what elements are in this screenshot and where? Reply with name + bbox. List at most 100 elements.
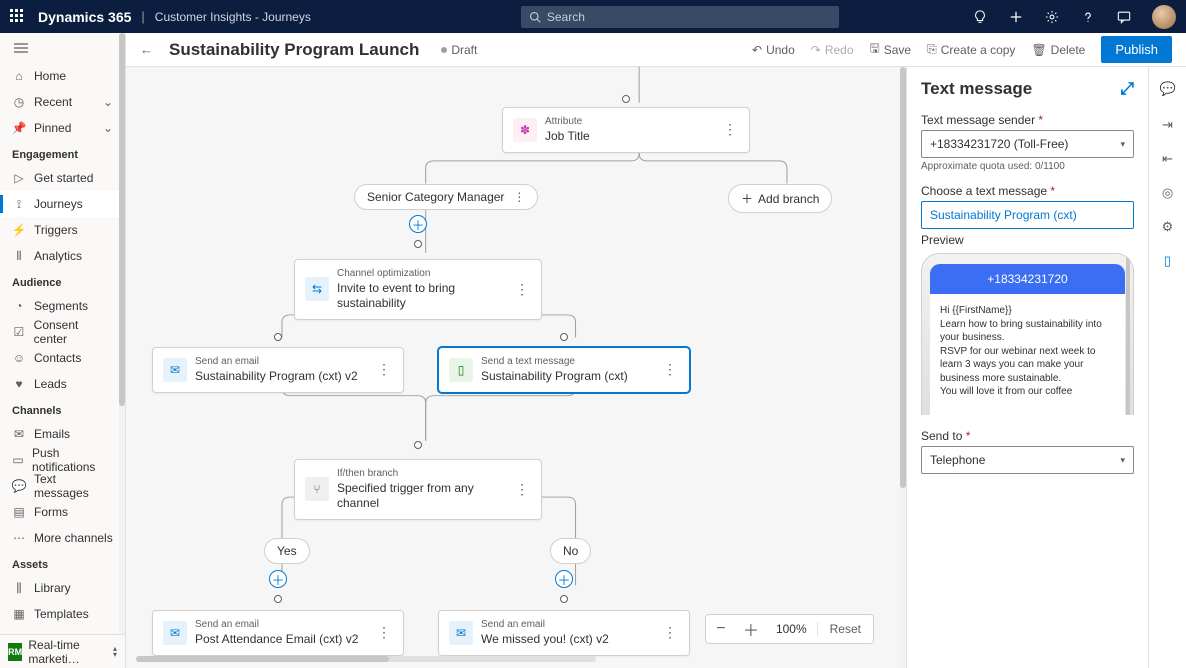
- rail-enter-icon[interactable]: ⇥: [1160, 117, 1176, 133]
- forms-icon: ▤: [12, 505, 26, 519]
- status-badge: Draft: [441, 43, 477, 57]
- connector-dot: [414, 240, 422, 248]
- node-email-left[interactable]: ✉ Send an emailSustainability Program (c…: [152, 347, 404, 393]
- leftnav-scrollbar[interactable]: [119, 33, 125, 634]
- undo-button[interactable]: ↶ Undo: [752, 43, 795, 57]
- zoom-out-button[interactable]: −: [706, 620, 736, 638]
- node-more-icon[interactable]: ⋮: [513, 281, 531, 298]
- node-text-message[interactable]: ▯ Send a text messageSustainability Prog…: [438, 347, 690, 393]
- nav-analytics[interactable]: ⫴Analytics: [0, 243, 125, 269]
- rail-target-icon[interactable]: ◎: [1160, 185, 1176, 201]
- zoom-control: − ＋ 100% Reset: [705, 614, 874, 644]
- global-search[interactable]: Search: [521, 6, 839, 28]
- preview-message-body: Hi {{FirstName}} Learn how to bring sust…: [930, 294, 1125, 399]
- help-icon[interactable]: [1080, 9, 1096, 25]
- play-icon: ▷: [12, 171, 26, 185]
- chat-icon[interactable]: [1116, 9, 1132, 25]
- node-attribute[interactable]: ✽ AttributeJob Title ⋮: [502, 107, 750, 153]
- user-avatar[interactable]: [1152, 5, 1176, 29]
- rail-exit-icon[interactable]: ⇤: [1160, 151, 1176, 167]
- node-email-yes[interactable]: ✉ Send an emailPost Attendance Email (cx…: [152, 610, 404, 656]
- properties-panel: Text message ⤢ Text message sender * +18…: [906, 67, 1148, 668]
- nav-pinned[interactable]: 📌Pinned⌄: [0, 115, 125, 141]
- nav-emails[interactable]: ✉Emails: [0, 421, 125, 447]
- no-pill[interactable]: No: [550, 538, 591, 564]
- nav-label: Contacts: [34, 351, 81, 365]
- plus-icon[interactable]: [1008, 9, 1024, 25]
- delete-button[interactable]: 🗑 Delete: [1031, 43, 1085, 57]
- choose-label: Choose a text message *: [921, 184, 1134, 198]
- branch-pill[interactable]: Senior Category Manager⋮: [354, 184, 538, 210]
- right-rail: 💬 ⇥ ⇤ ◎ ⚙ ▯: [1148, 67, 1186, 668]
- nav-recent[interactable]: ◷Recent⌄: [0, 89, 125, 115]
- section-channels: Channels: [0, 397, 125, 421]
- nav-text-messages[interactable]: 💬Text messages: [0, 473, 125, 499]
- journey-canvas[interactable]: ✽ AttributeJob Title ⋮ Senior Category M…: [126, 67, 906, 668]
- gear-icon[interactable]: [1044, 9, 1060, 25]
- nav-label: Templates: [34, 607, 89, 621]
- choose-value: Sustainability Program (cxt): [930, 208, 1077, 222]
- rail-properties-icon[interactable]: ▯: [1161, 253, 1186, 269]
- node-channel-optimization[interactable]: ⇆ Channel optimizationInvite to event to…: [294, 259, 542, 320]
- copilot-chat-icon[interactable]: 💬: [1160, 81, 1176, 97]
- chevron-down-icon: ▾: [1120, 455, 1125, 466]
- area-badge: RM: [8, 643, 22, 661]
- nav-consent-center[interactable]: ☑Consent center: [0, 319, 125, 345]
- app-launcher-icon[interactable]: [10, 9, 26, 25]
- sender-select[interactable]: +18334231720 (Toll-Free)▾: [921, 130, 1134, 158]
- nav-leads[interactable]: ♥Leads: [0, 371, 125, 397]
- nav-contacts[interactable]: ☺Contacts: [0, 345, 125, 371]
- back-button[interactable]: ←: [140, 42, 153, 57]
- nav-label: Journeys: [34, 197, 83, 211]
- pill-more-icon[interactable]: ⋮: [513, 190, 525, 204]
- node-email-no[interactable]: ✉ Send an emailWe missed you! (cxt) v2 ⋮: [438, 610, 690, 656]
- leads-icon: ♥: [12, 377, 26, 391]
- nav-collapse-icon[interactable]: [0, 33, 125, 63]
- area-picker[interactable]: RM Real-time marketi… ▴▾: [0, 634, 125, 668]
- create-copy-button[interactable]: ⎘ Create a copy: [927, 42, 1015, 57]
- nav-recent-label: Recent: [34, 95, 72, 109]
- node-more-icon[interactable]: ⋮: [721, 121, 739, 138]
- node-more-icon[interactable]: ⋮: [375, 624, 393, 641]
- yes-pill[interactable]: Yes: [264, 538, 310, 564]
- add-step-button[interactable]: ＋: [269, 570, 287, 588]
- topbar-actions: [972, 5, 1176, 29]
- nav-forms[interactable]: ▤Forms: [0, 499, 125, 525]
- nav-library[interactable]: ⫼Library: [0, 575, 125, 601]
- node-label: If/then branch: [337, 468, 513, 481]
- nav-more-channels[interactable]: ⋯More channels: [0, 525, 125, 551]
- nav-journeys[interactable]: ⟟Journeys: [0, 191, 125, 217]
- preview-scrollbar[interactable]: [1126, 254, 1130, 415]
- add-branch-button[interactable]: ＋Add branch: [728, 184, 832, 213]
- nav-triggers[interactable]: ⚡Triggers: [0, 217, 125, 243]
- zoom-in-button[interactable]: ＋: [736, 617, 766, 641]
- node-more-icon[interactable]: ⋮: [375, 361, 393, 378]
- preview-header-number: +18334231720: [930, 264, 1125, 294]
- node-more-icon[interactable]: ⋮: [513, 481, 531, 498]
- nav-home-label: Home: [34, 69, 66, 83]
- nav-get-started[interactable]: ▷Get started: [0, 165, 125, 191]
- nav-segments[interactable]: ◔Segments: [0, 293, 125, 319]
- publish-button[interactable]: Publish: [1101, 36, 1172, 63]
- lightbulb-icon[interactable]: [972, 9, 988, 25]
- nav-templates[interactable]: ▦Templates: [0, 601, 125, 627]
- sendto-select[interactable]: Telephone▾: [921, 446, 1134, 474]
- node-more-icon[interactable]: ⋮: [661, 624, 679, 641]
- rail-settings-icon[interactable]: ⚙: [1160, 219, 1176, 235]
- canvas-vscrollbar[interactable]: [900, 67, 906, 668]
- expand-panel-icon[interactable]: ⤢: [1120, 79, 1134, 99]
- add-step-button[interactable]: ＋: [409, 215, 427, 233]
- zoom-reset-button[interactable]: Reset: [817, 622, 873, 636]
- nav-home[interactable]: ⌂Home: [0, 63, 125, 89]
- add-step-button[interactable]: ＋: [555, 570, 573, 588]
- save-button[interactable]: 🖫 Save: [870, 39, 912, 60]
- node-more-icon[interactable]: ⋮: [661, 361, 679, 378]
- node-value: Sustainability Program (cxt): [481, 369, 628, 384]
- node-label: Attribute: [545, 116, 590, 129]
- redo-button[interactable]: ↷ Redo: [811, 43, 854, 57]
- node-ifthen[interactable]: ⑂ If/then branchSpecified trigger from a…: [294, 459, 542, 520]
- node-value: Sustainability Program (cxt) v2: [195, 369, 358, 384]
- nav-push[interactable]: ▭Push notifications: [0, 447, 125, 473]
- choose-message-select[interactable]: Sustainability Program (cxt): [921, 201, 1134, 229]
- canvas-hscrollbar[interactable]: [136, 656, 596, 662]
